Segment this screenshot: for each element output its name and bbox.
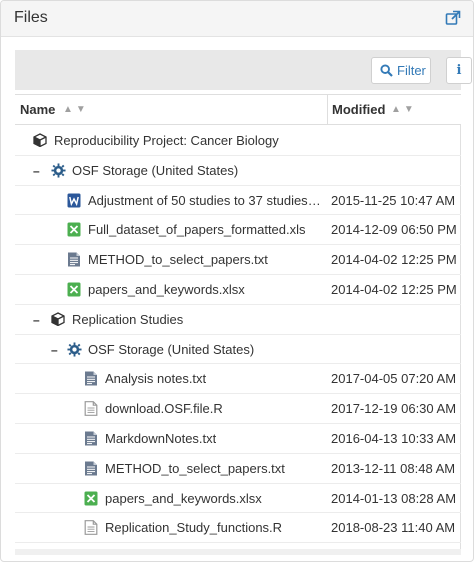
text-file-icon xyxy=(84,431,98,446)
excel-file-icon xyxy=(84,491,98,506)
column-name-header[interactable]: Name xyxy=(20,102,55,117)
row-modified-date: 2017-12-19 06:30 AM xyxy=(331,401,457,417)
tree-row[interactable]: – Replication Studies xyxy=(15,305,461,335)
row-modified-date: 2014-04-02 12:25 PM xyxy=(331,281,457,297)
row-modified-date: 2018-08-23 11:40 AM xyxy=(331,520,456,536)
modified-sort-icon[interactable]: ▲▼ xyxy=(391,104,417,115)
generic-file-icon xyxy=(84,401,98,417)
row-name: METHOD_to_select_papers.txt xyxy=(105,460,285,476)
row-modified-date: 2014-12-09 06:50 PM xyxy=(331,222,457,238)
text-file-icon xyxy=(84,461,98,476)
text-file-icon xyxy=(67,252,81,267)
grid-header: Name ▲▼ Modified ▲▼ xyxy=(15,94,461,125)
tree-row[interactable]: MarkdownNotes.txt 2016-04-13 10:33 AM xyxy=(15,424,461,454)
row-modified-date: 2016-04-13 10:33 AM xyxy=(331,430,457,446)
collapse-toggle-icon[interactable]: – xyxy=(33,313,40,327)
info-button[interactable]: i xyxy=(446,57,472,84)
tree-row[interactable]: Replication_Study_functions.R 2018-08-23 … xyxy=(15,513,461,544)
row-name: OSF Storage (United States) xyxy=(88,341,255,357)
panel-header: Files xyxy=(1,1,473,37)
row-name: papers_and_keywords.xlsx xyxy=(105,490,262,506)
horizontal-scrollbar[interactable] xyxy=(15,549,461,555)
project-icon xyxy=(51,312,65,327)
search-icon xyxy=(380,64,393,77)
generic-file-icon xyxy=(84,520,98,536)
filter-button[interactable]: Filter xyxy=(371,57,431,84)
file-tree-grid: Name ▲▼ Modified ▲▼ Reproducibility Proj… xyxy=(15,94,461,549)
tree-row[interactable]: Full_dataset_of_papers_formatted.xls 2014… xyxy=(15,215,461,246)
tree-row[interactable]: METHOD_to_select_papers.txt 2013-12-11 08… xyxy=(15,454,461,484)
tree-row[interactable]: download.OSF.file.R 2017-12-19 06:30 AM xyxy=(15,394,461,424)
filter-label: Filter xyxy=(397,63,426,78)
tree-row[interactable]: papers_and_keywords.xlsx 2014-01-13 08:28… xyxy=(15,484,461,514)
tree-row[interactable]: Analysis notes.txt 2017-04-05 07:20 AM xyxy=(15,364,461,395)
row-modified-date: 2013-12-11 08:48 AM xyxy=(331,460,456,476)
text-file-icon xyxy=(84,371,98,386)
row-name: METHOD_to_select_papers.txt xyxy=(88,252,268,268)
row-name: download.OSF.file.R xyxy=(105,401,223,417)
row-name: Replication_Study_functions.R xyxy=(105,520,283,536)
row-modified-date: 2014-01-13 08:28 AM xyxy=(331,490,457,506)
tree-row[interactable]: METHOD_to_select_papers.txt 2014-04-02 12… xyxy=(15,245,461,275)
column-divider xyxy=(327,95,328,125)
row-name: Analysis notes.txt xyxy=(105,371,207,387)
row-name: MarkdownNotes.txt xyxy=(105,430,217,446)
row-modified-date: 2015-11-25 10:47 AM xyxy=(331,192,456,208)
external-link-icon[interactable] xyxy=(445,10,461,26)
row-name: Full_dataset_of_papers_formatted.xls xyxy=(88,222,306,238)
row-modified-date: 2014-04-02 12:25 PM xyxy=(331,252,457,268)
storage-gear-icon xyxy=(51,163,66,178)
tree-row[interactable]: Reproducibility Project: Cancer Biology xyxy=(15,126,461,156)
project-icon xyxy=(33,133,47,148)
collapse-toggle-icon[interactable]: – xyxy=(33,164,40,178)
row-name: papers_and_keywords.xlsx xyxy=(88,281,245,297)
file-toolbar: Filter i xyxy=(15,50,472,90)
files-panel: Files Filter i Name ▲▼ Modified ▲▼ Repro… xyxy=(0,0,474,562)
column-modified-header[interactable]: Modified xyxy=(332,102,385,117)
tree-row[interactable]: – OSF Storage (United States) xyxy=(15,335,461,365)
row-name: Reproducibility Project: Cancer Biology xyxy=(54,133,279,148)
tree-row[interactable]: – OSF Storage (United States) xyxy=(15,156,461,186)
excel-file-icon xyxy=(67,222,81,237)
row-name: Adjustment of 50 studies to 37 studies.d… xyxy=(88,192,323,208)
storage-gear-icon xyxy=(67,342,82,357)
row-name: OSF Storage (United States) xyxy=(72,162,239,178)
row-name: Replication Studies xyxy=(72,311,184,327)
word-file-icon xyxy=(67,193,81,208)
row-modified-date: 2017-04-05 07:20 AM xyxy=(331,371,457,387)
tree-row[interactable]: papers_and_keywords.xlsx 2014-04-02 12:25… xyxy=(15,275,461,305)
excel-file-icon xyxy=(67,282,81,297)
panel-title: Files xyxy=(14,9,48,26)
file-tree-rows: Reproducibility Project: Cancer Biology –… xyxy=(15,126,461,544)
tree-row[interactable]: Adjustment of 50 studies to 37 studies.d… xyxy=(15,186,461,216)
name-sort-icon[interactable]: ▲▼ xyxy=(63,104,89,115)
collapse-toggle-icon[interactable]: – xyxy=(51,343,58,357)
